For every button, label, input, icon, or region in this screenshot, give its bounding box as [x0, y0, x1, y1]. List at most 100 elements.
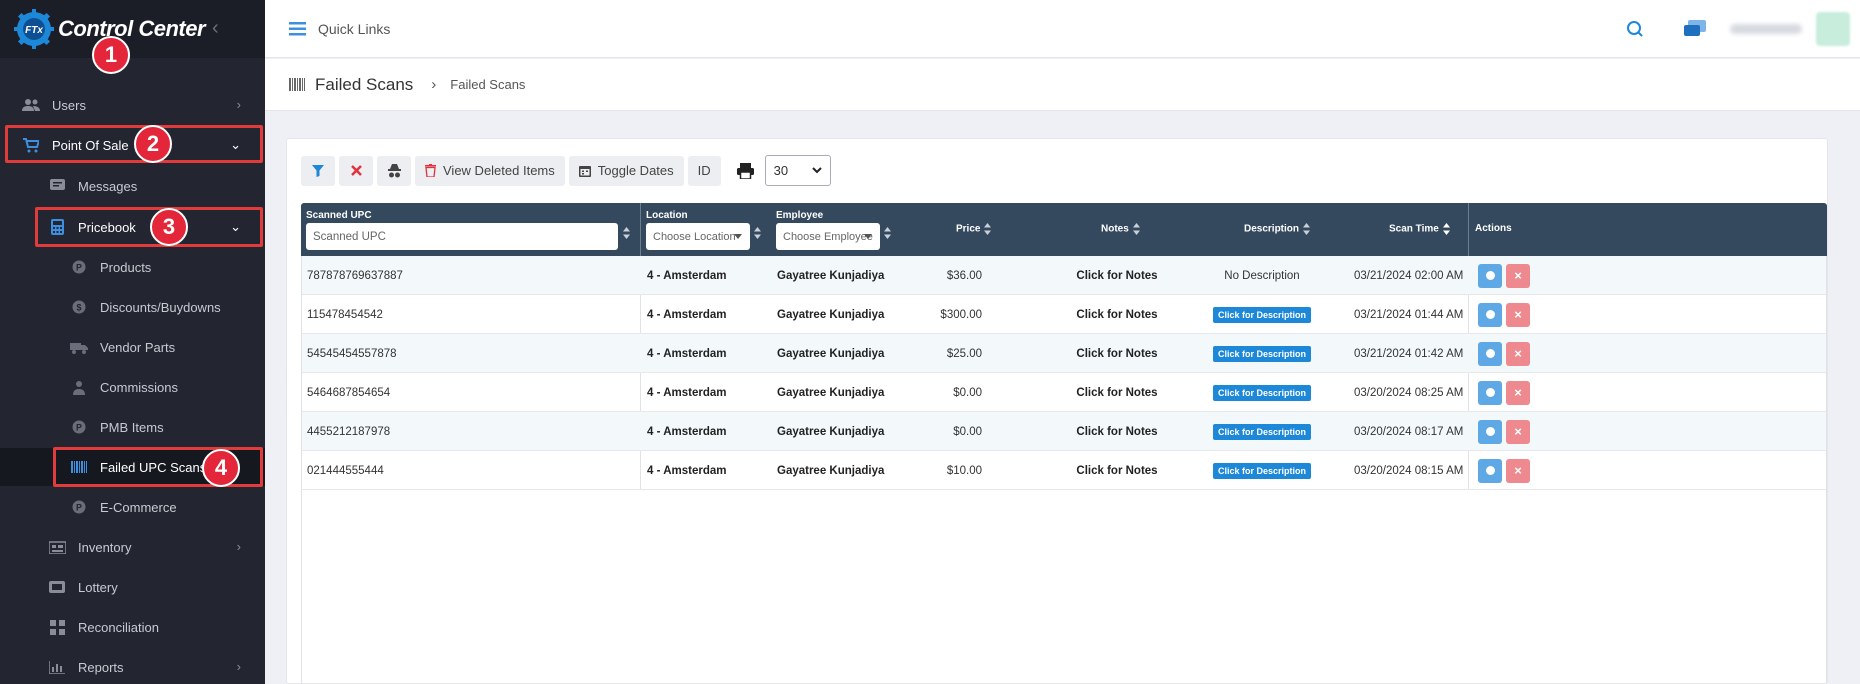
view-button[interactable] — [1478, 263, 1502, 288]
view-button[interactable] — [1478, 380, 1502, 405]
sidebar-item-e-commerce[interactable]: P E-Commerce — [0, 488, 265, 526]
sidebar-item-discounts[interactable]: $ Discounts/Buydowns — [0, 288, 265, 326]
ticket-icon — [48, 578, 66, 596]
upc-cell: 5464687854654 — [307, 386, 391, 399]
column-header-scan-time[interactable]: Scan Time — [1389, 223, 1450, 235]
sidebar-item-inventory[interactable]: Inventory › — [0, 528, 265, 566]
column-header-price[interactable]: Price — [956, 223, 992, 235]
view-button[interactable] — [1478, 341, 1502, 366]
description-button[interactable]: Click for Description — [1212, 423, 1312, 440]
table-row[interactable]: 5464687854654 4 - Amsterdam Gayatree Kunja… — [302, 373, 1826, 412]
location-filter-select[interactable]: Choose Location — [646, 223, 750, 250]
view-button[interactable] — [1478, 458, 1502, 483]
sort-icon — [884, 227, 891, 239]
table-row[interactable]: 115478454542 4 - Amsterdam Gayatree Kunjad… — [302, 295, 1826, 334]
incognito-icon — [387, 163, 401, 177]
notes-link[interactable]: Click for Notes — [1062, 373, 1172, 412]
location-cell: 4 - Amsterdam — [647, 269, 727, 282]
description-cell: Click for Description — [1202, 412, 1322, 451]
breadcrumb-current[interactable]: Failed Scans — [450, 77, 525, 92]
collapse-sidebar-icon[interactable]: ‹ — [212, 17, 219, 40]
column-header-actions: Actions — [1475, 223, 1512, 234]
sidebar-item-reconciliation[interactable]: Reconciliation — [0, 608, 265, 646]
barcode-icon — [289, 78, 305, 91]
toggle-dates-button[interactable]: Toggle Dates — [568, 155, 684, 186]
grid-icon — [48, 618, 66, 636]
description-button[interactable]: Click for Description — [1212, 345, 1312, 362]
column-header-notes[interactable]: Notes — [1101, 223, 1140, 235]
employee-filter-select[interactable]: Choose Employee — [776, 223, 880, 250]
filter-button[interactable] — [301, 155, 335, 186]
notes-link[interactable]: Click for Notes — [1062, 256, 1172, 295]
incognito-button[interactable] — [377, 155, 411, 186]
actions-cell: × — [1478, 451, 1530, 490]
actions-cell: × — [1478, 334, 1530, 373]
notes-link[interactable]: Click for Notes — [1062, 451, 1172, 490]
view-icon — [1485, 427, 1495, 436]
sidebar-header: FTx Control Center ‹ — [0, 0, 265, 58]
view-deleted-items-button[interactable]: View Deleted Items — [415, 155, 565, 186]
filter-icon — [312, 164, 324, 177]
sort-icon — [1442, 223, 1450, 235]
search-icon[interactable] — [1626, 20, 1644, 38]
table-toolbar: View Deleted Items Toggle Dates ID 30 — [301, 155, 831, 186]
sidebar-item-vendor-parts[interactable]: Vendor Parts — [0, 328, 265, 366]
actions-cell: × — [1478, 256, 1530, 295]
print-icon[interactable] — [731, 162, 761, 179]
delete-button[interactable]: × — [1506, 302, 1530, 327]
view-icon — [1485, 349, 1495, 358]
id-toggle-button[interactable]: ID — [687, 155, 721, 186]
user-name[interactable] — [1730, 24, 1802, 34]
description-button[interactable]: Click for Description — [1212, 462, 1312, 479]
description-text: No Description — [1224, 269, 1300, 282]
sidebar-item-label: Vendor Parts — [100, 339, 176, 355]
employee-filter-placeholder: Choose Employee — [783, 230, 873, 243]
sidebar-item-label: E-Commerce — [100, 499, 177, 515]
inventory-icon — [48, 538, 66, 556]
chevron-down-icon — [734, 234, 742, 239]
table-row[interactable]: 787878769637887 4 - Amsterdam Gayatree Kun… — [302, 256, 1826, 295]
content-panel: View Deleted Items Toggle Dates ID 30 Sc… — [286, 138, 1828, 684]
avatar[interactable] — [1816, 12, 1850, 46]
employee-cell: Gayatree Kunjadiya — [777, 386, 885, 399]
quick-links-label[interactable]: Quick Links — [318, 21, 390, 37]
view-icon — [1485, 310, 1495, 319]
clear-filter-button[interactable] — [339, 155, 373, 186]
sidebar-item-lottery[interactable]: Lottery — [0, 568, 265, 606]
page-size-select[interactable]: 30 — [764, 155, 831, 186]
delete-button[interactable]: × — [1506, 341, 1530, 366]
table-row[interactable]: 021444555444 4 - Amsterdam Gayatree Kunjad… — [302, 451, 1826, 490]
top-right-tools — [1626, 0, 1860, 58]
sidebar-item-users[interactable]: Users › — [0, 86, 265, 124]
delete-button[interactable]: × — [1506, 419, 1530, 444]
delete-button[interactable]: × — [1506, 263, 1530, 288]
view-button[interactable] — [1478, 419, 1502, 444]
chat-icon[interactable] — [1684, 20, 1706, 38]
sidebar-item-messages[interactable]: Messages — [0, 167, 265, 205]
column-header-description[interactable]: Description — [1244, 223, 1311, 235]
close-icon: × — [1514, 268, 1522, 283]
table-row[interactable]: 4455212187978 4 - Amsterdam Gayatree Kunja… — [302, 412, 1826, 451]
annotation-badge-3: 3 — [150, 208, 188, 246]
view-icon — [1485, 388, 1495, 397]
delete-button[interactable]: × — [1506, 458, 1530, 483]
app-title: Control Center — [58, 16, 206, 41]
top-bar: Quick Links — [265, 0, 1860, 58]
close-icon: × — [1514, 424, 1522, 439]
notes-link[interactable]: Click for Notes — [1062, 295, 1172, 334]
table-row[interactable]: 54545454557878 4 - Amsterdam Gayatree Kunj… — [302, 334, 1826, 373]
sort-icon — [623, 227, 630, 239]
description-button[interactable]: Click for Description — [1212, 306, 1312, 323]
description-button[interactable]: Click for Description — [1212, 384, 1312, 401]
id-toggle-label: ID — [697, 163, 711, 178]
scanned-upc-filter-input[interactable]: Scanned UPC — [306, 223, 618, 250]
sidebar-item-commissions[interactable]: Commissions — [0, 368, 265, 406]
delete-button[interactable]: × — [1506, 380, 1530, 405]
notes-link[interactable]: Click for Notes — [1062, 334, 1172, 373]
sidebar-item-reports[interactable]: Reports › — [0, 648, 265, 684]
sidebar-item-pmb-items[interactable]: P PMB Items — [0, 408, 265, 446]
notes-link[interactable]: Click for Notes — [1062, 412, 1172, 451]
menu-icon[interactable] — [289, 21, 306, 36]
view-button[interactable] — [1478, 302, 1502, 327]
sidebar-item-products[interactable]: P Products — [0, 248, 265, 286]
